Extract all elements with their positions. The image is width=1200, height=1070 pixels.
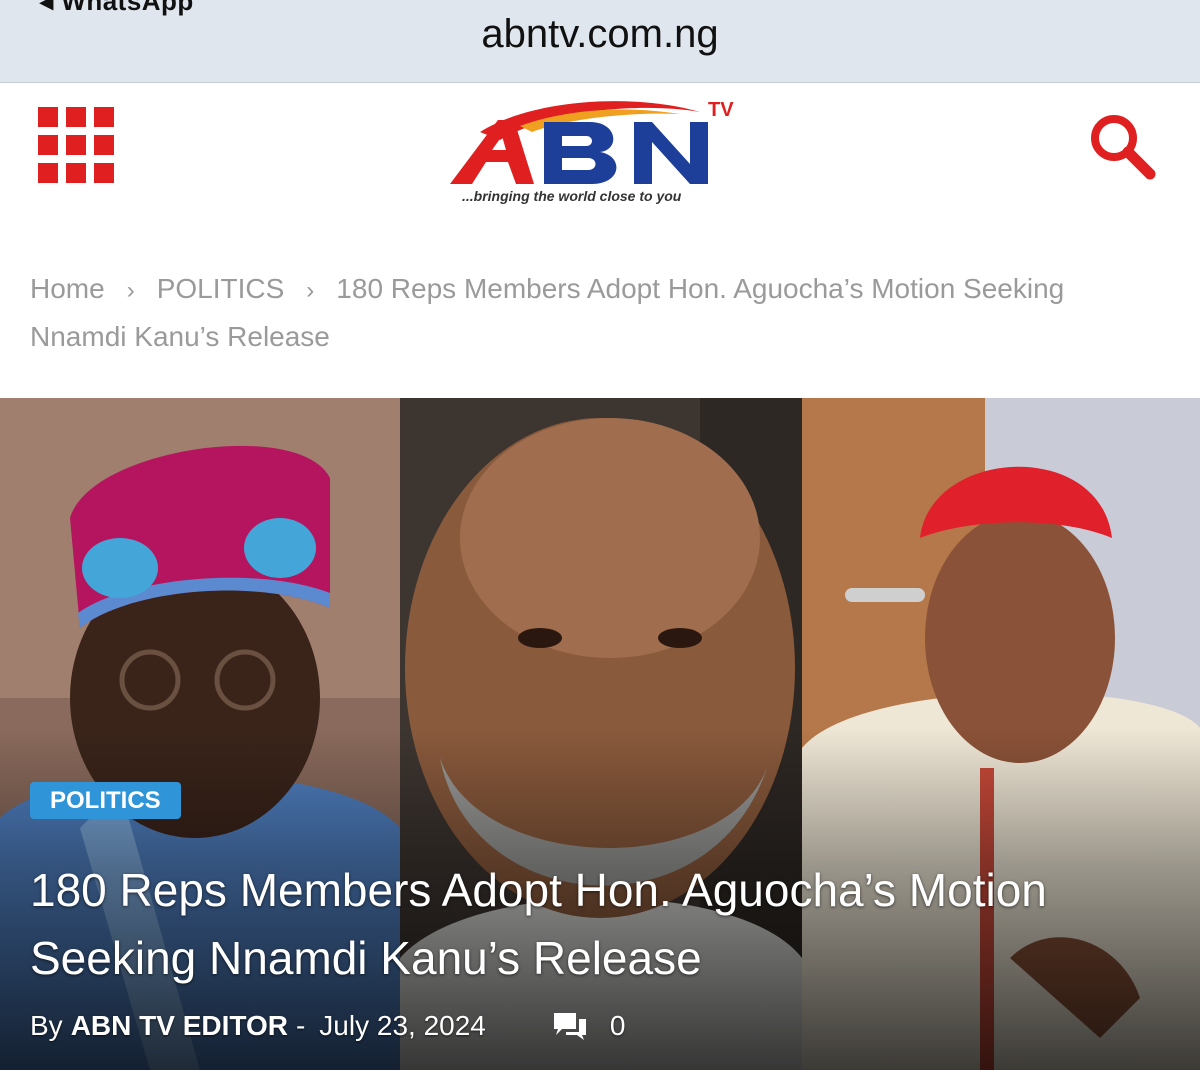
url-text[interactable]: abntv.com.ng bbox=[0, 12, 1200, 57]
site-header: TV ...bringing the world close to you bbox=[0, 84, 1200, 224]
category-badge[interactable]: POLITICS bbox=[30, 782, 181, 819]
publish-date: July 23, 2024 bbox=[319, 1010, 486, 1041]
breadcrumb-current: 180 Reps Members Adopt Hon. Aguocha’s Mo… bbox=[336, 273, 1065, 304]
breadcrumb-current-cont: Nnamdi Kanu’s Release bbox=[30, 321, 330, 352]
article-hero[interactable]: POLITICS 180 Reps Members Adopt Hon. Agu… bbox=[0, 398, 1200, 1070]
comment-count[interactable]: 0 bbox=[610, 1010, 626, 1042]
logo-tv-text: TV bbox=[708, 99, 734, 121]
logo-letter-a bbox=[450, 120, 534, 184]
comments-icon[interactable] bbox=[552, 1011, 588, 1041]
breadcrumb-category[interactable]: POLITICS bbox=[157, 273, 285, 304]
grid-menu-icon[interactable] bbox=[38, 107, 114, 183]
author-link[interactable]: ABN TV EDITOR bbox=[71, 1010, 288, 1042]
logo-letter-n bbox=[634, 122, 708, 184]
breadcrumb-home[interactable]: Home bbox=[30, 273, 105, 304]
search-icon[interactable] bbox=[1084, 108, 1160, 184]
meta-dash: - bbox=[295, 1010, 306, 1041]
by-label: By bbox=[30, 1010, 63, 1041]
site-tagline: ...bringing the world close to you bbox=[462, 188, 682, 204]
breadcrumb: Home › POLITICS › 180 Reps Members Adopt Hon… bbox=[30, 266, 1150, 360]
logo-letter-b bbox=[544, 122, 617, 184]
site-logo[interactable]: TV ...bringing the world close to you bbox=[440, 92, 760, 207]
article-title[interactable]: 180 Reps Members Adopt Hon. Aguocha’s Mo… bbox=[30, 856, 1170, 992]
browser-address-bar[interactable]: ◂ WhatsApp abntv.com.ng bbox=[0, 0, 1200, 83]
panel3-face bbox=[925, 513, 1115, 763]
article-meta: By ABN TV EDITOR - July 23, 2024 0 bbox=[30, 1006, 625, 1046]
breadcrumb-separator: › bbox=[126, 277, 135, 304]
breadcrumb-separator: › bbox=[306, 277, 315, 304]
